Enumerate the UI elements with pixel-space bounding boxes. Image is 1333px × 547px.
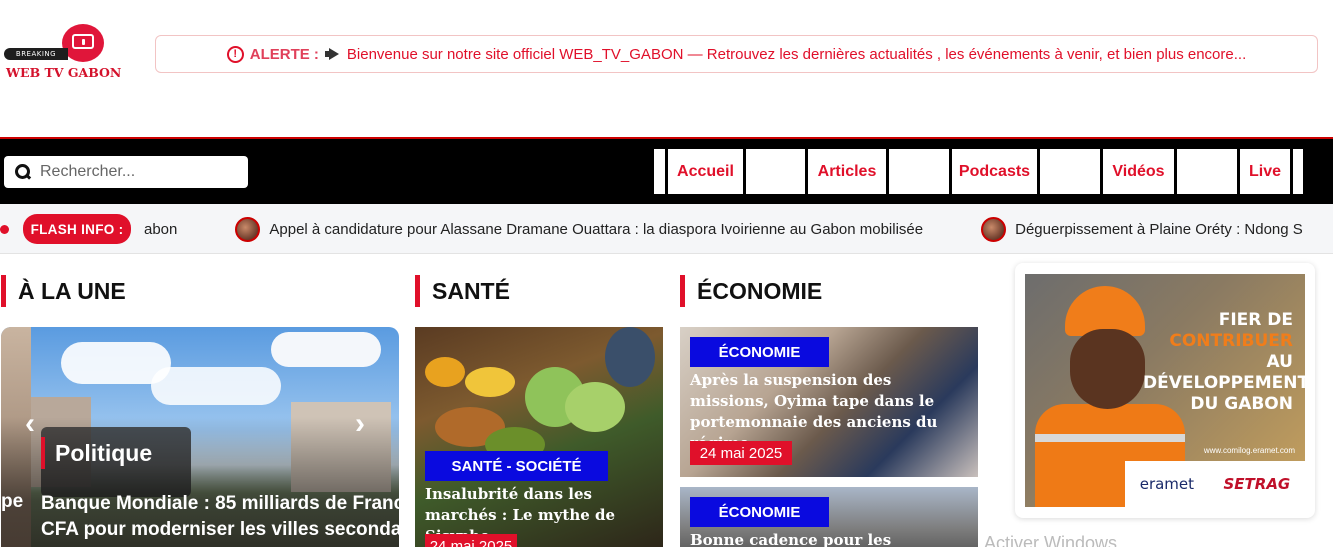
nav-item-articles[interactable]: Articles — [808, 149, 886, 194]
ticker-item[interactable]: abon — [144, 221, 177, 238]
alert-banner: ! ALERTE : Bienvenue sur notre site offi… — [155, 35, 1318, 73]
section-title-une: À LA UNE — [1, 275, 126, 307]
slide-headline[interactable]: Banque Mondiale : 85 milliards de Francs… — [41, 491, 399, 543]
site-logo[interactable]: BREAKING WEB TV GABON — [4, 22, 136, 84]
article-card-economie[interactable]: ÉCONOMIE Bonne cadence pour les chantier… — [680, 487, 978, 547]
ad-slogan-line: DU GABON — [1190, 394, 1293, 414]
section-title-sante: SANTÉ — [415, 275, 510, 307]
article-card-sante[interactable]: SANTÉ - SOCIÉTÉ Insalubrité dans les mar… — [415, 327, 663, 547]
alert-message: Bienvenue sur notre site officiel WEB_TV… — [346, 45, 1247, 63]
nav-item-accueil[interactable]: Accueil — [668, 149, 743, 194]
category-badge[interactable]: SANTÉ - SOCIÉTÉ — [425, 451, 608, 481]
advertisement[interactable]: FIER DE CONTRIBUER AU DÉVELOPPEMENT DU G… — [1015, 263, 1315, 518]
title-accent — [415, 275, 420, 307]
category-accent — [41, 437, 45, 469]
alert-label: ALERTE : — [249, 45, 319, 63]
slider-next-button[interactable]: › — [355, 407, 365, 441]
slide-headline-line: Banque Mondiale : 85 milliards de Francs — [41, 493, 399, 514]
ad-slogan: FIER DE CONTRIBUER AU DÉVELOPPEMENT DU G… — [1143, 310, 1305, 415]
headline-slider[interactable]: ‹ › Politique pe Banque Mondiale : 85 mi… — [1, 327, 399, 547]
previous-slide-text: pe — [1, 491, 24, 512]
search-icon[interactable] — [14, 163, 32, 181]
ticker-thumbnail — [981, 216, 1007, 242]
section-title-text: SANTÉ — [432, 277, 510, 304]
page: BREAKING WEB TV GABON ! ALERTE : Bienven… — [0, 0, 1333, 547]
section-title-text: À LA UNE — [18, 277, 126, 304]
article-title[interactable]: Bonne cadence pour les chantiers — [690, 530, 968, 547]
navbar: Accueil Articles Podcasts Vidéos Live — [0, 139, 1333, 204]
ad-slogan-line: DÉVELOPPEMENT — [1143, 373, 1305, 393]
nav-item-podcasts[interactable]: Podcasts — [952, 149, 1037, 194]
news-ticker: abon Appel à candidature pour Alassane D… — [144, 204, 1303, 253]
article-date: 24 mai 2025 — [690, 441, 792, 465]
nav-menu: Accueil Articles Podcasts Vidéos Live — [654, 149, 1306, 194]
article-date: 24 mai 2025 — [425, 534, 517, 547]
ad-url: www.comilog.eramet.com — [1203, 446, 1295, 455]
nav-item-live[interactable]: Live — [1240, 149, 1290, 194]
ticker-item-text: Déguerpissement à Plaine Oréty : Ndong S — [1015, 220, 1303, 238]
flash-info-bar: FLASH INFO : abon Appel à candidature po… — [0, 204, 1333, 254]
search-box — [4, 156, 248, 188]
search-input[interactable] — [40, 163, 230, 181]
nav-spacer — [1293, 149, 1303, 194]
article-card-economie[interactable]: ÉCONOMIE Après la suspension des mission… — [680, 327, 978, 477]
title-accent — [680, 275, 685, 307]
tv-icon — [62, 24, 104, 62]
live-dot-icon — [0, 225, 9, 234]
nav-spacer — [654, 149, 665, 194]
title-accent — [1, 275, 6, 307]
slide-category[interactable]: Politique — [41, 437, 152, 469]
ad-slogan-line: FIER DE — [1218, 310, 1293, 330]
nav-spacer — [1040, 149, 1100, 194]
flash-info-label: FLASH INFO : — [23, 214, 131, 244]
ticker-item[interactable]: Déguerpissement à Plaine Oréty : Ndong S — [981, 216, 1303, 242]
nav-spacer — [889, 149, 949, 194]
ad-banner[interactable]: FIER DE CONTRIBUER AU DÉVELOPPEMENT DU G… — [1025, 274, 1305, 507]
nav-spacer — [746, 149, 805, 194]
slider-prev-button[interactable]: ‹ — [25, 407, 35, 441]
section-title-text: ÉCONOMIE — [697, 277, 823, 304]
ad-footer: eramet SETRAG — [1125, 461, 1305, 507]
ticker-thumbnail — [235, 216, 261, 242]
section-title-economie: ÉCONOMIE — [680, 275, 822, 307]
category-badge[interactable]: ÉCONOMIE — [690, 337, 829, 367]
slide-headline-line: CFA pour moderniser les villes secondair… — [41, 519, 399, 540]
slide-category-text: Politique — [55, 439, 153, 466]
os-activation-watermark: Activer Windows — [984, 533, 1118, 547]
ad-slogan-line: AU — [1266, 352, 1293, 372]
logo-breaking-label: BREAKING — [4, 48, 68, 60]
ad-slogan-highlight: CONTRIBUER — [1169, 331, 1293, 351]
nav-spacer — [1177, 149, 1237, 194]
nav-item-videos[interactable]: Vidéos — [1103, 149, 1174, 194]
alert-icon: ! — [226, 45, 244, 63]
logo-name: WEB TV GABON — [6, 65, 122, 80]
ticker-item[interactable]: Appel à candidature pour Alassane Draman… — [235, 216, 924, 242]
setrag-logo: SETRAG — [1223, 475, 1291, 493]
eramet-logo: eramet — [1139, 475, 1195, 493]
category-badge[interactable]: ÉCONOMIE — [690, 497, 829, 527]
megaphone-icon — [324, 48, 341, 60]
ticker-item-text: Appel à candidature pour Alassane Draman… — [269, 220, 924, 238]
